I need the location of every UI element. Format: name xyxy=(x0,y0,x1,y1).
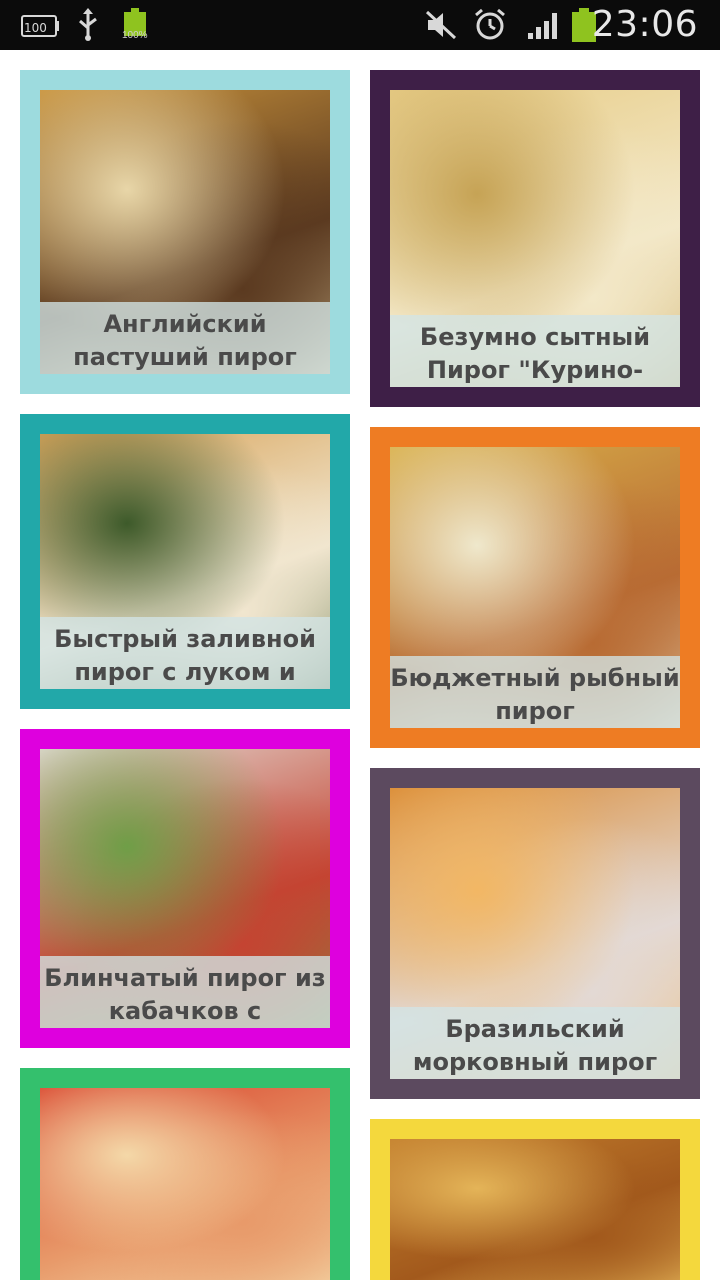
recipe-photo: Бюджетный рыбный пирог xyxy=(390,447,680,728)
battery-charged-icon: 100% xyxy=(122,8,148,41)
status-bar: 100 100% 23:06 xyxy=(0,0,720,50)
recipe-card[interactable]: Бюджетный рыбный пирог xyxy=(370,427,700,748)
recipe-title: Бюджетный рыбный пирог xyxy=(390,656,680,728)
usb-icon xyxy=(74,8,102,41)
recipe-card[interactable]: Английский пастуший пирог xyxy=(20,70,350,394)
recipe-title: Английский пастуший пирог xyxy=(40,302,330,374)
recipe-photo: Английский пастуший пирог xyxy=(40,90,330,374)
recipe-card[interactable] xyxy=(370,1119,700,1280)
recipe-title: Безумно сытный Пирог "Курино- xyxy=(390,315,680,387)
battery-small-label: 100% xyxy=(122,30,148,41)
recipe-card[interactable] xyxy=(20,1068,350,1280)
recipe-card[interactable]: Блинчатый пирог из кабачков с xyxy=(20,729,350,1048)
recipe-photo: Безумно сытный Пирог "Курино- xyxy=(390,90,680,387)
recipe-title: Быстрый заливной пирог с луком и xyxy=(40,617,330,689)
signal-icon xyxy=(526,10,564,40)
recipe-title: Блинчатый пирог из кабачков с xyxy=(40,956,330,1028)
recipe-photo xyxy=(390,1139,680,1280)
clock: 23:06 xyxy=(591,4,698,45)
mute-icon xyxy=(424,10,458,40)
recipe-photo xyxy=(40,1088,330,1280)
recipe-card[interactable]: Бразильский морковный пирог xyxy=(370,768,700,1099)
recipe-image xyxy=(40,1088,330,1280)
recipe-title: Бразильский морковный пирог xyxy=(390,1007,680,1079)
recipe-card[interactable]: Безумно сытный Пирог "Курино- xyxy=(370,70,700,407)
recipe-photo: Бразильский морковный пирог xyxy=(390,788,680,1079)
recipe-image xyxy=(390,1139,680,1280)
recipe-photo: Быстрый заливной пирог с луком и xyxy=(40,434,330,689)
storage-icon: 100 xyxy=(20,10,60,40)
recipe-card[interactable]: Быстрый заливной пирог с луком и xyxy=(20,414,350,709)
alarm-icon xyxy=(472,8,508,40)
recipe-photo: Блинчатый пирог из кабачков с xyxy=(40,749,330,1028)
storage-label: 100 xyxy=(24,21,47,35)
